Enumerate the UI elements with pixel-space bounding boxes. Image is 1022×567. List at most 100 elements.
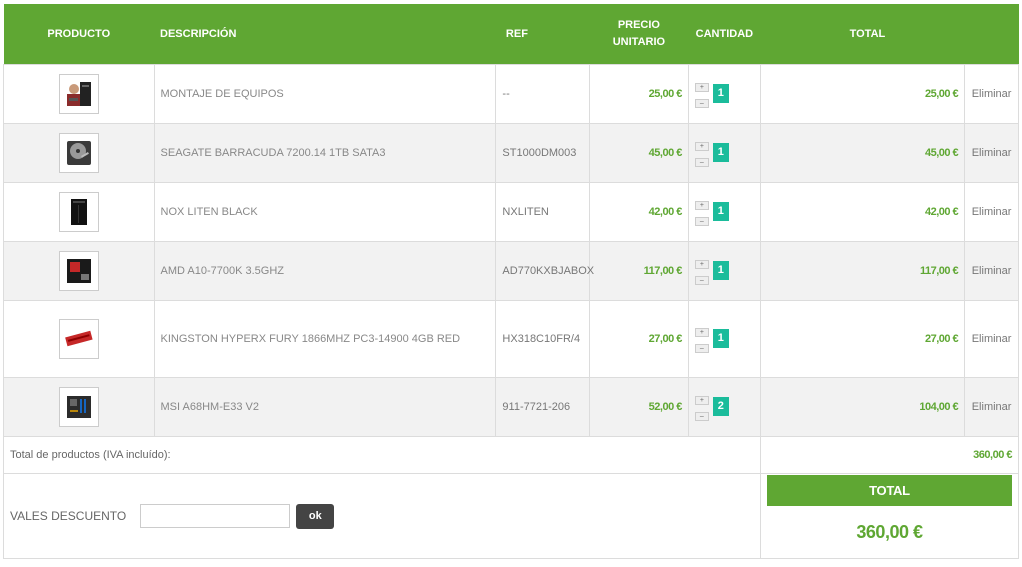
- products-total-value: 360,00 €: [759, 436, 1020, 474]
- voucher-total-row: VALES DESCUENTO ok TOTAL 360,00 €: [3, 473, 1020, 559]
- product-thumb-cell: [3, 300, 155, 378]
- remove-item-link[interactable]: Eliminar: [964, 123, 1019, 183]
- products-total-row: Total de productos (IVA incluído): 360,0…: [3, 436, 1020, 474]
- products-total-label: Total de productos (IVA incluído):: [3, 436, 761, 474]
- pc-assembly-image: [66, 82, 91, 106]
- pc-case-image: [70, 199, 87, 225]
- item-ref: NXLITEN: [495, 182, 590, 242]
- product-thumb-cell: [3, 123, 155, 183]
- remove-item-link[interactable]: Eliminar: [964, 300, 1019, 378]
- item-total: 104,00 €: [759, 377, 966, 437]
- ram-module-image: [64, 330, 93, 347]
- plus-icon[interactable]: +: [694, 201, 709, 210]
- motherboard-image: [66, 396, 91, 418]
- item-ref: --: [495, 64, 590, 124]
- item-ref: HX318C10FR/4: [495, 300, 590, 378]
- plus-icon[interactable]: +: [694, 83, 709, 92]
- grand-total-value: 360,00 €: [856, 521, 923, 542]
- minus-icon[interactable]: –: [694, 344, 709, 353]
- item-description[interactable]: MONTAJE DE EQUIPOS: [153, 64, 497, 124]
- quantity-badge: 2: [712, 397, 729, 416]
- product-thumbnail[interactable]: [58, 74, 99, 114]
- header-ref: REF: [495, 4, 590, 65]
- cpu-box-image: [66, 259, 91, 283]
- product-thumb-cell: [3, 377, 155, 437]
- item-description[interactable]: MSI A68HM-E33 V2: [153, 377, 497, 437]
- item-unit-price: 42,00 €: [588, 182, 689, 242]
- product-thumbnail[interactable]: [58, 251, 99, 291]
- product-thumb-cell: [3, 64, 155, 124]
- item-total: 27,00 €: [759, 300, 966, 378]
- item-total: 117,00 €: [759, 241, 966, 301]
- item-description[interactable]: SEAGATE BARRACUDA 7200.14 1TB SATA3: [153, 123, 497, 183]
- product-thumbnail[interactable]: [58, 319, 99, 359]
- product-thumb-cell: [3, 182, 155, 242]
- cart-table: PRODUCTO DESCRIPCIÓN REF PRECIO UNITARIO…: [3, 4, 1020, 559]
- item-description[interactable]: AMD A10-7700K 3.5GHZ: [153, 241, 497, 301]
- minus-icon[interactable]: –: [694, 412, 709, 421]
- remove-item-link[interactable]: Eliminar: [964, 241, 1019, 301]
- table-row: KINGSTON HYPERX FURY 1866MHZ PC3-14900 4…: [3, 300, 1019, 378]
- minus-icon[interactable]: –: [694, 276, 709, 285]
- quantity-badge: 1: [712, 329, 729, 348]
- remove-item-link[interactable]: Eliminar: [964, 377, 1019, 437]
- minus-icon[interactable]: –: [694, 99, 709, 108]
- quantity-stepper: + – 2: [694, 390, 754, 424]
- header-unit-price-line2: UNITARIO: [612, 36, 666, 48]
- quantity-cell: + – 2: [687, 377, 761, 437]
- plus-icon[interactable]: +: [694, 396, 709, 405]
- header-unit-price: PRECIO UNITARIO: [589, 4, 689, 65]
- quantity-badge: 1: [712, 84, 729, 103]
- quantity-badge: 1: [712, 202, 729, 221]
- quantity-badge: 1: [712, 261, 729, 280]
- item-total: 25,00 €: [759, 64, 966, 124]
- item-unit-price: 117,00 €: [588, 241, 689, 301]
- cart-page: PRODUCTO DESCRIPCIÓN REF PRECIO UNITARIO…: [0, 0, 1022, 567]
- header-quantity: CANTIDAD: [688, 4, 761, 65]
- voucher-section: VALES DESCUENTO ok: [3, 473, 761, 559]
- header-unit-price-line1: PRECIO: [617, 19, 660, 31]
- quantity-badge: 1: [712, 143, 729, 162]
- quantity-stepper: + – 1: [694, 195, 754, 229]
- item-description[interactable]: NOX LITEN BLACK: [153, 182, 497, 242]
- header-description: DESCRIPCIÓN: [154, 4, 496, 65]
- remove-item-link[interactable]: Eliminar: [964, 64, 1019, 124]
- product-thumbnail[interactable]: [58, 387, 99, 427]
- header-product: PRODUCTO: [3, 4, 155, 65]
- item-total: 45,00 €: [759, 123, 966, 183]
- hard-drive-image: [66, 141, 91, 165]
- remove-item-link[interactable]: Eliminar: [964, 182, 1019, 242]
- table-row: MONTAJE DE EQUIPOS -- 25,00 € + – 1 25,0…: [3, 64, 1019, 124]
- item-ref: 911-7721-206: [495, 377, 590, 437]
- quantity-cell: + – 1: [687, 123, 761, 183]
- product-thumb-cell: [3, 241, 155, 301]
- grand-total-box: TOTAL 360,00 €: [759, 473, 1020, 559]
- plus-icon[interactable]: +: [694, 142, 709, 151]
- voucher-input[interactable]: [140, 504, 291, 528]
- minus-icon[interactable]: –: [694, 158, 709, 167]
- quantity-cell: + – 1: [687, 300, 761, 378]
- item-description[interactable]: KINGSTON HYPERX FURY 1866MHZ PC3-14900 4…: [153, 300, 497, 378]
- grand-total-label: TOTAL: [766, 474, 1012, 506]
- plus-icon[interactable]: +: [694, 260, 709, 269]
- product-thumbnail[interactable]: [58, 133, 99, 173]
- minus-icon[interactable]: –: [694, 217, 709, 226]
- item-unit-price: 52,00 €: [588, 377, 689, 437]
- product-thumbnail[interactable]: [58, 192, 99, 232]
- item-unit-price: 45,00 €: [588, 123, 689, 183]
- table-row: AMD A10-7700K 3.5GHZ AD770KXBJABOX 117,0…: [3, 241, 1019, 301]
- item-unit-price: 25,00 €: [588, 64, 689, 124]
- table-row: MSI A68HM-E33 V2 911-7721-206 52,00 € + …: [3, 377, 1019, 437]
- plus-icon[interactable]: +: [694, 328, 709, 337]
- quantity-stepper: + – 1: [694, 77, 754, 111]
- quantity-stepper: + – 1: [694, 322, 754, 356]
- quantity-cell: + – 1: [687, 241, 761, 301]
- voucher-ok-button[interactable]: ok: [296, 503, 335, 529]
- item-ref: AD770KXBJABOX: [495, 241, 594, 301]
- item-total: 42,00 €: [759, 182, 966, 242]
- voucher-form: VALES DESCUENTO ok: [10, 503, 754, 529]
- quantity-cell: + – 1: [687, 182, 761, 242]
- table-row: SEAGATE BARRACUDA 7200.14 1TB SATA3 ST10…: [3, 123, 1019, 183]
- quantity-cell: + – 1: [687, 64, 761, 124]
- quantity-stepper: + – 1: [694, 136, 754, 170]
